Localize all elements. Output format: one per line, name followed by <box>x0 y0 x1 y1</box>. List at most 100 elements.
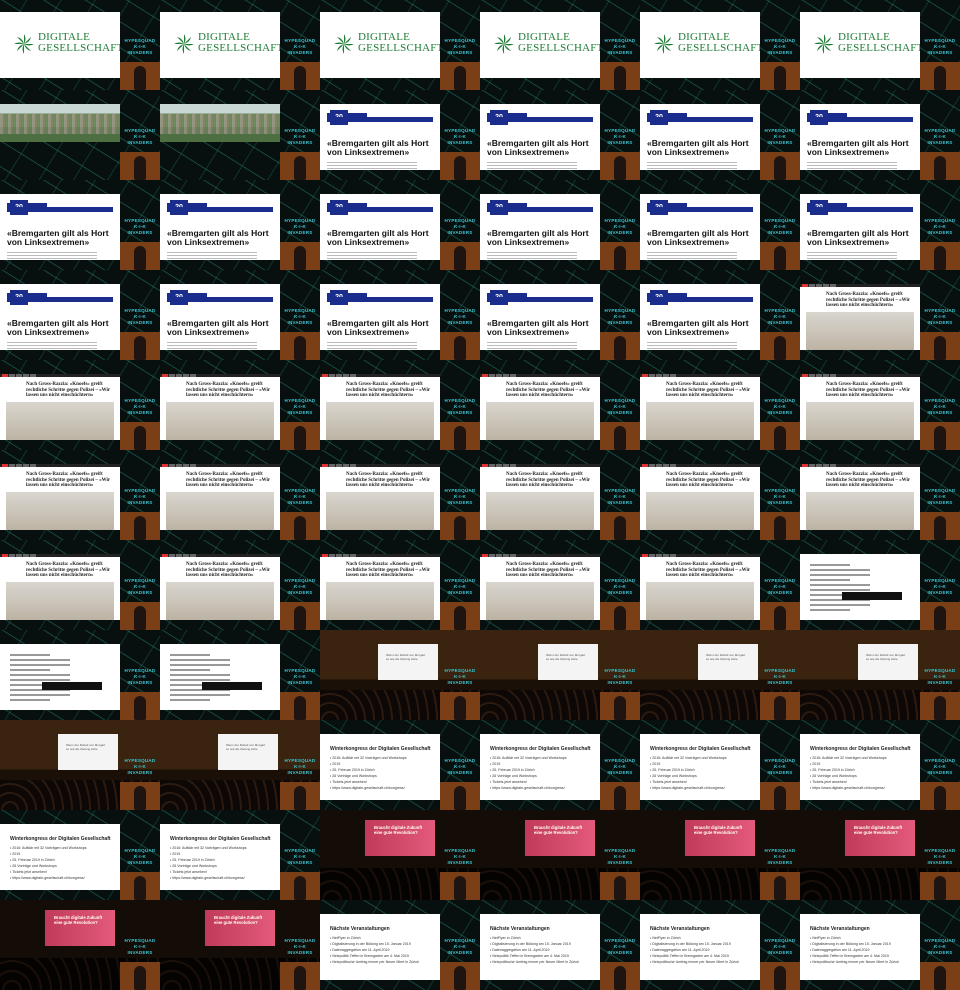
thumbnail-sg[interactable]: Nach Gross-Razzia: «Knoefs» greift recht… <box>480 540 640 630</box>
thumbnail-news[interactable]: 20«Bremgarten gilt als Hort von Linksext… <box>800 90 960 180</box>
overlay-logo: HYPESQUAD K-I-K INVADERS <box>124 938 156 955</box>
thumbnail-sg[interactable]: Nach Gross-Razzia: «Knoefs» greift recht… <box>800 270 960 360</box>
aerial-town-photo <box>160 104 280 142</box>
news-nav-bar <box>327 207 433 212</box>
speaker-video <box>120 62 160 90</box>
thumbnail-sg[interactable]: Nach Gross-Razzia: «Knoefs» greift recht… <box>0 360 160 450</box>
slide-doc <box>800 554 920 620</box>
speaker-video <box>120 962 160 990</box>
thumbnail-sg[interactable]: Nach Gross-Razzia: «Knoefs» greift recht… <box>320 540 480 630</box>
slide-sg: Nach Gross-Razzia: «Knoefs» greift recht… <box>480 374 600 440</box>
thumbnail-wk[interactable]: Winterkongress der Digitalen Gesellschaf… <box>320 720 480 810</box>
thumbnail-news[interactable]: 20«Bremgarten gilt als Hort von Linksext… <box>640 180 800 270</box>
thumbnail-wk[interactable]: Winterkongress der Digitalen Gesellschaf… <box>0 810 160 900</box>
thumbnail-doc[interactable]: HYPESQUAD K-I-K INVADERS <box>0 630 160 720</box>
speaker-silhouette <box>134 246 146 270</box>
thumbnail-stage[interactable]: Braucht digitale Zukunft eine gute Revol… <box>0 900 160 990</box>
thumbnail-dg[interactable]: DIGITALE GESELLSCHAFT HYPESQUAD K-I-K INV… <box>640 0 800 90</box>
thumbnail-sg[interactable]: Nach Gross-Razzia: «Knoefs» greift recht… <box>160 360 320 450</box>
slide-bullet: • https://www.digitale-gesellschaft.ch/k… <box>330 786 405 790</box>
speaker-silhouette <box>934 246 946 270</box>
thumbnail-scenic[interactable]: HYPESQUAD K-I-K INVADERS <box>160 90 320 180</box>
thumbnail-nv[interactable]: Nächste Veranstaltungen • NetFlyer in Zür… <box>480 900 640 990</box>
thumbnail-news[interactable]: 20«Bremgarten gilt als Hort von Linksext… <box>0 180 160 270</box>
thumbnail-news[interactable]: 20«Bremgarten gilt als Hort von Linksext… <box>800 180 960 270</box>
thumbnail-stage[interactable]: Braucht digitale Zukunft eine gute Revol… <box>160 900 320 990</box>
building-photo <box>6 582 114 620</box>
thumbnail-hall[interactable]: Wenn der Rebell von Morgart so wie die Z… <box>320 630 480 720</box>
thumbnail-news[interactable]: 20«Bremgarten gilt als Hort von Linksext… <box>160 180 320 270</box>
slide-wk: Winterkongress der Digitalen Gesellschaf… <box>0 824 120 890</box>
news-nav-bar <box>327 117 433 122</box>
slide-bullet: • NetFlyer in Zürich <box>330 936 361 940</box>
browser-tab <box>176 374 182 377</box>
speaker-camera-overlay: HYPESQUAD K-I-K INVADERS <box>760 540 800 630</box>
slide-sg: Nach Gross-Razzia: «Knoefs» greift recht… <box>320 464 440 530</box>
thumbnail-stage[interactable]: Braucht digitale Zukunft eine gute Revol… <box>320 810 480 900</box>
news-lead <box>487 162 577 170</box>
browser-tab <box>496 374 502 377</box>
thumbnail-hall[interactable]: Wenn der Rebell von Morgart so wie die Z… <box>0 720 160 810</box>
thumbnail-doc[interactable]: HYPESQUAD K-I-K INVADERS <box>160 630 320 720</box>
thumbnail-wk[interactable]: Winterkongress der Digitalen Gesellschaf… <box>160 810 320 900</box>
thumbnail-hall[interactable]: Wenn der Rebell von Morgart so wie die Z… <box>480 630 640 720</box>
thumbnail-dg[interactable]: DIGITALE GESELLSCHAFT HYPESQUAD K-I-K INV… <box>480 0 640 90</box>
slide-sg: Nach Gross-Razzia: «Knoefs» greift recht… <box>0 464 120 530</box>
thumbnail-hall[interactable]: Wenn der Rebell von Morgart so wie die Z… <box>160 720 320 810</box>
thumbnail-sg[interactable]: Nach Gross-Razzia: «Knoefs» greift recht… <box>160 540 320 630</box>
thumbnail-dg[interactable]: DIGITALE GESELLSCHAFT HYPESQUAD K-I-K INV… <box>800 0 960 90</box>
thumbnail-wk[interactable]: Winterkongress der Digitalen Gesellschaf… <box>640 720 800 810</box>
thumbnail-stage[interactable]: Braucht digitale Zukunft eine gute Revol… <box>480 810 640 900</box>
thumbnail-news[interactable]: 20«Bremgarten gilt als Hort von Linksext… <box>480 90 640 180</box>
thumbnail-doc[interactable]: HYPESQUAD K-I-K INVADERS <box>800 540 960 630</box>
thumbnail-news[interactable]: 20«Bremgarten gilt als Hort von Linksext… <box>320 180 480 270</box>
thumbnail-dg[interactable]: DIGITALE GESELLSCHAFT HYPESQUAD K-I-K INV… <box>0 0 160 90</box>
thumbnail-sg[interactable]: Nach Gross-Razzia: «Knoefs» greift recht… <box>800 360 960 450</box>
thumbnail-sg[interactable]: Nach Gross-Razzia: «Knoefs» greift recht… <box>800 450 960 540</box>
browser-tab <box>816 464 822 467</box>
browser-tab <box>190 554 196 557</box>
thumbnail-news[interactable]: 20«Bremgarten gilt als Hort von Linksext… <box>160 270 320 360</box>
thumbnail-sg[interactable]: Nach Gross-Razzia: «Knoefs» greift recht… <box>0 540 160 630</box>
thumbnail-sg[interactable]: Nach Gross-Razzia: «Knoefs» greift recht… <box>640 450 800 540</box>
document-line <box>10 659 70 661</box>
thumbnail-nv[interactable]: Nächste Veranstaltungen • NetFlyer in Zür… <box>320 900 480 990</box>
thumbnail-wk[interactable]: Winterkongress der Digitalen Gesellschaf… <box>800 720 960 810</box>
thumbnail-dg[interactable]: DIGITALE GESELLSCHAFT HYPESQUAD K-I-K INV… <box>320 0 480 90</box>
thumbnail-sg[interactable]: Nach Gross-Razzia: «Knoefs» greift recht… <box>480 450 640 540</box>
overlay-logo: HYPESQUAD K-I-K INVADERS <box>284 488 316 505</box>
thumbnail-sg[interactable]: Nach Gross-Razzia: «Knoefs» greift recht… <box>0 450 160 540</box>
slide-bullet: • 25. Februar 2019 in Zürich <box>810 768 855 772</box>
thumbnail-news[interactable]: 20«Bremgarten gilt als Hort von Linksext… <box>320 90 480 180</box>
browser-tab <box>183 374 189 377</box>
speaker-video <box>440 692 480 720</box>
thumbnail-sg[interactable]: Nach Gross-Razzia: «Knoefs» greift recht… <box>640 540 800 630</box>
overlay-logo: HYPESQUAD K-I-K INVADERS <box>924 38 956 55</box>
thumbnail-news[interactable]: 20«Bremgarten gilt als Hort von Linksext… <box>320 270 480 360</box>
thumbnail-news[interactable]: 20«Bremgarten gilt als Hort von Linksext… <box>640 270 800 360</box>
thumbnail-sg[interactable]: Nach Gross-Razzia: «Knoefs» greift recht… <box>320 360 480 450</box>
speaker-silhouette <box>614 426 626 450</box>
thumbnail-nv[interactable]: Nächste Veranstaltungen • NetFlyer in Zür… <box>640 900 800 990</box>
thumbnail-news[interactable]: 20«Bremgarten gilt als Hort von Linksext… <box>480 180 640 270</box>
thumbnail-dg[interactable]: DIGITALE GESELLSCHAFT HYPESQUAD K-I-K INV… <box>160 0 320 90</box>
thumbnail-sg[interactable]: Nach Gross-Razzia: «Knoefs» greift recht… <box>640 360 800 450</box>
thumbnail-nv[interactable]: Nächste Veranstaltungen • NetFlyer in Zür… <box>800 900 960 990</box>
thumbnail-stage[interactable]: Braucht digitale Zukunft eine gute Revol… <box>800 810 960 900</box>
speaker-camera-overlay: HYPESQUAD K-I-K INVADERS <box>440 810 480 900</box>
browser-tab <box>162 554 168 557</box>
slide-sg: Nach Gross-Razzia: «Knoefs» greift recht… <box>160 554 280 620</box>
thumbnail-hall[interactable]: Wenn der Rebell von Morgart so wie die Z… <box>640 630 800 720</box>
thumbnail-sg[interactable]: Nach Gross-Razzia: «Knoefs» greift recht… <box>480 360 640 450</box>
thumbnail-sg[interactable]: Nach Gross-Razzia: «Knoefs» greift recht… <box>320 450 480 540</box>
digitale-gesellschaft-wordmark: DIGITALE GESELLSCHAFT <box>838 31 920 54</box>
thumbnail-stage[interactable]: Braucht digitale Zukunft eine gute Revol… <box>640 810 800 900</box>
thumbnail-news[interactable]: 20«Bremgarten gilt als Hort von Linksext… <box>0 270 160 360</box>
thumbnail-news[interactable]: 20«Bremgarten gilt als Hort von Linksext… <box>480 270 640 360</box>
thumbnail-news[interactable]: 20«Bremgarten gilt als Hort von Linksext… <box>640 90 800 180</box>
speaker-silhouette <box>134 606 146 630</box>
thumbnail-hall[interactable]: Wenn der Rebell von Morgart so wie die Z… <box>800 630 960 720</box>
thumbnail-sg[interactable]: Nach Gross-Razzia: «Knoefs» greift recht… <box>160 450 320 540</box>
thumbnail-scenic[interactable]: HYPESQUAD K-I-K INVADERS <box>0 90 160 180</box>
thumbnail-wk[interactable]: Winterkongress der Digitalen Gesellschaf… <box>480 720 640 810</box>
